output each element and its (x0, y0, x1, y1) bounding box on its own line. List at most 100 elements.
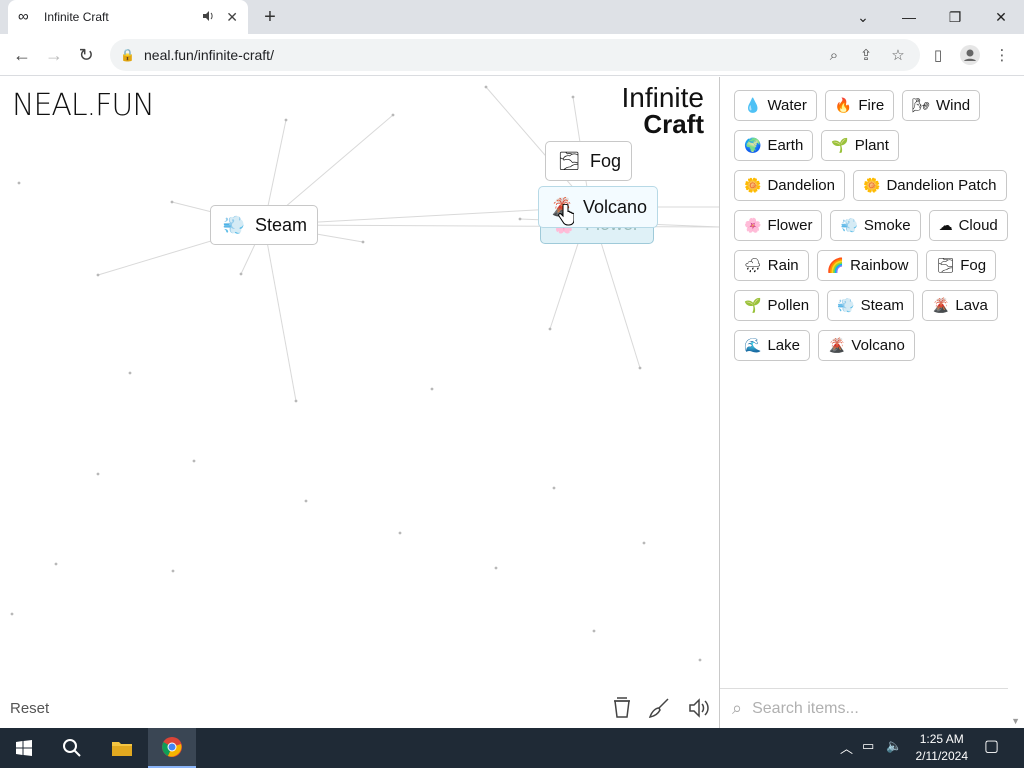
tab-close-icon[interactable]: ✕ (226, 9, 238, 26)
cloud-icon: ☁ (938, 217, 953, 233)
hand-cursor-icon (558, 204, 574, 226)
item-fog[interactable]: 🌫 Fog (926, 250, 997, 281)
item-plant[interactable]: 🌱 Plant (821, 130, 899, 161)
scroll-down-arrow-icon[interactable]: ▼ (1011, 716, 1020, 726)
browser-tab[interactable]: ∞ Infinite Craft ✕ (8, 0, 248, 34)
item-wind[interactable]: 🌬 Wind (902, 90, 981, 121)
close-window-button[interactable]: ✕ (978, 0, 1024, 34)
item-flower[interactable]: 🌸 Flower (734, 210, 823, 241)
notification-icon[interactable]: ▢ (984, 736, 999, 756)
search-icon: ⌕ (732, 698, 743, 718)
lock-icon[interactable]: 🔒 (120, 48, 135, 62)
share-icon[interactable]: ⇪ (854, 43, 878, 67)
search-taskbar-icon[interactable] (48, 728, 96, 768)
item-cloud[interactable]: ☁ Cloud (928, 210, 1008, 241)
item-label: Flower (767, 217, 813, 234)
item-label: Fog (960, 257, 987, 274)
cherry-blossom-icon: 🌸 (744, 217, 762, 233)
item-dandelion-patch[interactable]: 🌼 Dandelion Patch (853, 170, 1007, 201)
coffee-cup-icon[interactable] (609, 695, 635, 721)
water-drop-icon: 💧 (744, 97, 762, 113)
item-smoke[interactable]: 💨 Smoke (830, 210, 921, 241)
item-label: Steam (860, 297, 904, 314)
item-label: Water (767, 97, 807, 114)
brand-line-1: Infinite (621, 82, 705, 113)
profile-avatar-icon[interactable] (958, 43, 982, 67)
dash-icon: 💨 (837, 297, 855, 313)
volume-muted-icon[interactable]: 🔈 (886, 738, 902, 754)
item-label: Earth (767, 137, 804, 154)
seedling-icon: 🌱 (831, 137, 849, 153)
item-label: Plant (854, 137, 889, 154)
side-panel-icon[interactable]: ▯ (926, 43, 950, 67)
forward-icon[interactable]: → (42, 43, 66, 67)
canvas-element-fog[interactable]: 🌫 Fog (545, 141, 633, 181)
item-label: Pollen (767, 297, 810, 314)
canvas-element-steam[interactable]: 💨 Steam (210, 205, 319, 245)
item-fire[interactable]: 🔥 Fire (824, 90, 895, 121)
infinite-craft-brand: Infinite Craft (621, 82, 705, 138)
item-water[interactable]: 💧 Water (734, 90, 817, 121)
item-steam[interactable]: 💨 Steam (827, 290, 914, 321)
taskbar-clock[interactable]: 1:25 AM 2/11/2024 (916, 731, 969, 765)
item-earth[interactable]: 🌍 Earth (734, 130, 814, 161)
taskbar: ︿ ▭ 🔈 1:25 AM 2/11/2024 ▢ (0, 728, 1024, 768)
clock-date: 2/11/2024 (915, 749, 969, 763)
item-rainbow[interactable]: 🌈 Rainbow (816, 250, 919, 281)
item-pollen[interactable]: 🌱 Pollen (734, 290, 820, 321)
infinity-icon: ∞ (18, 8, 29, 25)
search-bar: ⌕ (720, 688, 1008, 728)
element-label: Volcano (583, 196, 648, 217)
minimize-button[interactable]: — (886, 0, 932, 34)
rain-cloud-icon: 🌧 (744, 257, 762, 273)
tab-title: Infinite Craft (44, 10, 109, 24)
search-input[interactable] (752, 699, 983, 718)
chrome-taskbar-icon[interactable] (148, 728, 196, 768)
bookmark-star-icon[interactable]: ☆ (886, 43, 910, 67)
volcano-icon: 🌋 (827, 337, 846, 353)
seedling-icon: 🌱 (744, 297, 762, 313)
toolbar: ← → ↻ 🔒 neal.fun/infinite-craft/ ⌕ ⇪ ☆ ▯… (0, 34, 1024, 76)
sound-icon[interactable] (686, 695, 712, 721)
back-icon[interactable]: ← (10, 43, 34, 67)
reset-button[interactable]: Reset (10, 700, 49, 717)
element-label: Steam (255, 214, 308, 235)
wave-icon: 🌊 (744, 337, 762, 353)
items-sidebar: 💧 Water 🔥 Fire 🌬 Wind 🌍 Earth 🌱 Plant 🌼 Dandel… (719, 77, 1024, 728)
steam-icon: 💨 (222, 214, 246, 235)
item-label: Lava (955, 297, 988, 314)
file-explorer-icon[interactable] (98, 728, 146, 768)
restore-button[interactable]: ❐ (932, 0, 978, 34)
reload-icon[interactable]: ↻ (74, 43, 98, 67)
zoom-search-icon[interactable]: ⌕ (822, 43, 846, 67)
item-dandelion[interactable]: 🌼 Dandelion (734, 170, 845, 201)
fire-icon: 🔥 (834, 97, 853, 113)
broom-icon[interactable] (646, 695, 672, 721)
new-tab-button[interactable]: + (258, 6, 282, 28)
network-icon[interactable]: ▭ (862, 738, 874, 754)
address-bar[interactable]: 🔒 neal.fun/infinite-craft/ (110, 39, 920, 71)
dash-icon: 💨 (840, 217, 858, 233)
menu-kebab-icon[interactable]: ⋮ (990, 43, 1014, 67)
chevron-up-icon[interactable]: ︿ (840, 738, 853, 757)
tab-search-icon[interactable]: ⌄ (840, 0, 886, 34)
craft-canvas[interactable]: NEAL.FUN Infinite Craft 💨 Steam 🌫 Fog 🌸 … (0, 77, 720, 728)
windows-start-icon[interactable] (0, 728, 48, 768)
item-lake[interactable]: 🌊 Lake (734, 330, 810, 361)
wind-icon: 🌬 (912, 97, 930, 113)
item-rain[interactable]: 🌧 Rain (734, 250, 809, 281)
item-volcano[interactable]: 🌋 Volcano (817, 330, 915, 361)
url-text: neal.fun/infinite-craft/ (144, 47, 274, 63)
volcano-icon: 🌋 (931, 297, 950, 313)
clock-time: 1:25 AM (919, 732, 964, 746)
sidebar-scrollbar[interactable]: ▼ (1008, 77, 1024, 728)
blossom-icon: 🌼 (863, 177, 881, 193)
item-lava[interactable]: 🌋 Lava (921, 290, 998, 321)
item-label: Smoke (863, 217, 911, 234)
neal-fun-logo[interactable]: NEAL.FUN (12, 88, 155, 123)
speaker-icon[interactable] (202, 10, 216, 25)
item-label: Fire (858, 97, 885, 114)
canvas-element-volcano[interactable]: 🌋 Volcano (538, 186, 659, 228)
item-label: Rainbow (850, 257, 909, 274)
blossom-icon: 🌼 (744, 177, 762, 193)
